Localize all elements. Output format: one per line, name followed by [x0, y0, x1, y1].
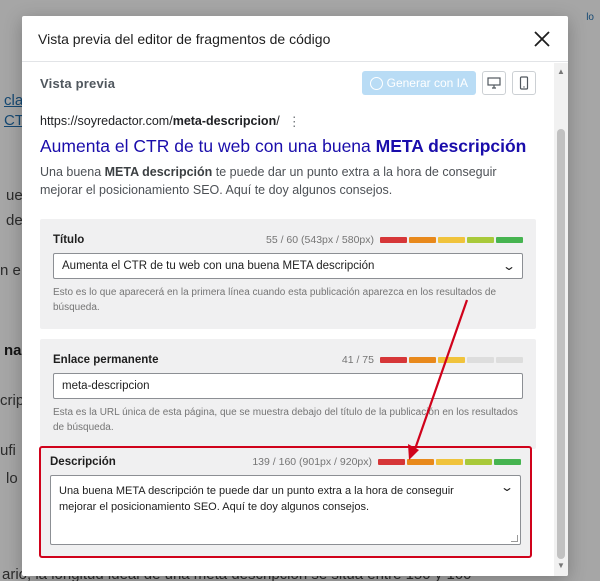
description-field: Descripción 139 / 160 (901px / 920px) Un… — [39, 446, 532, 558]
desktop-icon[interactable] — [482, 71, 506, 95]
description-field-label: Descripción — [50, 456, 116, 468]
serp-url-suffix: / — [276, 114, 280, 128]
globe-icon — [369, 76, 383, 90]
scroll-thumb[interactable] — [557, 129, 565, 559]
permalink-field: Enlace permanente 41 / 75 meta-descripci… — [40, 339, 536, 449]
description-field-header: Descripción 139 / 160 (901px / 920px) — [50, 455, 521, 469]
title-meter: 55 / 60 (543px / 580px) — [266, 234, 523, 246]
serp-url-text: https://soyredactor.com/meta-descripcion… — [40, 114, 280, 128]
title-progress-bar — [380, 237, 523, 243]
progress-segment — [438, 237, 465, 243]
chevron-down-icon[interactable]: ⌄ — [502, 259, 516, 273]
title-input[interactable]: Aumenta el CTR de tu web con una buena M… — [53, 253, 523, 279]
permalink-input[interactable]: meta-descripcion — [53, 373, 523, 399]
title-field-header: Título 55 / 60 (543px / 580px) — [53, 233, 523, 247]
progress-segment — [409, 237, 436, 243]
progress-segment — [380, 237, 407, 243]
progress-segment — [496, 357, 523, 363]
chevron-down-icon[interactable]: ⌄ — [500, 479, 514, 495]
serp-url: https://soyredactor.com/meta-descripcion… — [40, 114, 536, 128]
title-help-text: Esto es lo que aparecerá en la primera l… — [53, 287, 497, 313]
modal-header: Vista previa del editor de fragmentos de… — [22, 16, 568, 62]
serp-description: Una buena META descripción te puede dar … — [40, 163, 536, 199]
serp-title-bold: META descripción — [375, 136, 527, 156]
serp-title: Aumenta el CTR de tu web con una buena M… — [40, 136, 536, 157]
permalink-field-label: Enlace permanente — [53, 354, 159, 366]
resize-handle[interactable] — [511, 535, 518, 542]
description-meter: 139 / 160 (901px / 920px) — [252, 456, 521, 468]
description-text: Una buena META descripción te puede dar … — [59, 485, 454, 513]
progress-segment — [494, 459, 521, 465]
snippet-editor-modal: Vista previa del editor de fragmentos de… — [22, 16, 568, 576]
preview-label: Vista previa — [40, 75, 116, 91]
permalink-progress-bar — [380, 357, 523, 363]
close-icon[interactable] — [528, 25, 556, 53]
mobile-icon[interactable] — [512, 71, 536, 95]
progress-segment — [409, 357, 436, 363]
modal-title: Vista previa del editor de fragmentos de… — [38, 30, 331, 47]
progress-segment — [465, 459, 492, 465]
progress-segment — [380, 357, 407, 363]
title-field: Título 55 / 60 (543px / 580px) Aumenta e… — [40, 219, 536, 329]
permalink-meter: 41 / 75 — [342, 354, 523, 366]
progress-segment — [496, 237, 523, 243]
scroll-down-icon[interactable]: ▼ — [557, 561, 565, 570]
progress-segment — [467, 357, 494, 363]
serp-url-slug: meta-descripcion — [172, 114, 277, 128]
serp-url-prefix: https://soyredactor.com/ — [40, 114, 173, 128]
permalink-field-header: Enlace permanente 41 / 75 — [53, 353, 523, 367]
more-options-icon[interactable]: ⋮ — [288, 115, 301, 128]
modal-scrollbar[interactable]: ▲ ▼ — [554, 63, 568, 576]
serp-desc-bold: META descripción — [104, 165, 213, 179]
generate-ai-button[interactable]: Generar con IA — [361, 71, 476, 95]
title-input-value: Aumenta el CTR de tu web con una buena M… — [62, 260, 375, 272]
progress-segment — [467, 237, 494, 243]
title-field-label: Título — [53, 234, 85, 246]
description-progress-bar — [378, 459, 521, 465]
description-char-count: 139 / 160 (901px / 920px) — [252, 456, 372, 468]
preview-toolbar: Vista previa Generar con IA — [40, 66, 536, 100]
progress-segment — [407, 459, 434, 465]
permalink-char-count: 41 / 75 — [341, 354, 374, 366]
progress-segment — [436, 459, 463, 465]
scroll-up-icon[interactable]: ▲ — [557, 67, 565, 76]
serp-desc-start: Una buena — [40, 165, 105, 179]
progress-segment — [378, 459, 405, 465]
description-textarea[interactable]: Una buena META descripción te puede dar … — [50, 475, 521, 545]
generate-ai-label: Generar con IA — [386, 76, 468, 90]
preview-actions: Generar con IA — [361, 71, 536, 95]
title-char-count: 55 / 60 (543px / 580px) — [266, 234, 374, 246]
permalink-input-value: meta-descripcion — [62, 380, 150, 392]
serp-title-plain: Aumenta el CTR de tu web con una buena — [40, 136, 376, 156]
permalink-help-text: Esta es la URL única de esta página, que… — [53, 407, 518, 433]
progress-segment — [438, 357, 465, 363]
